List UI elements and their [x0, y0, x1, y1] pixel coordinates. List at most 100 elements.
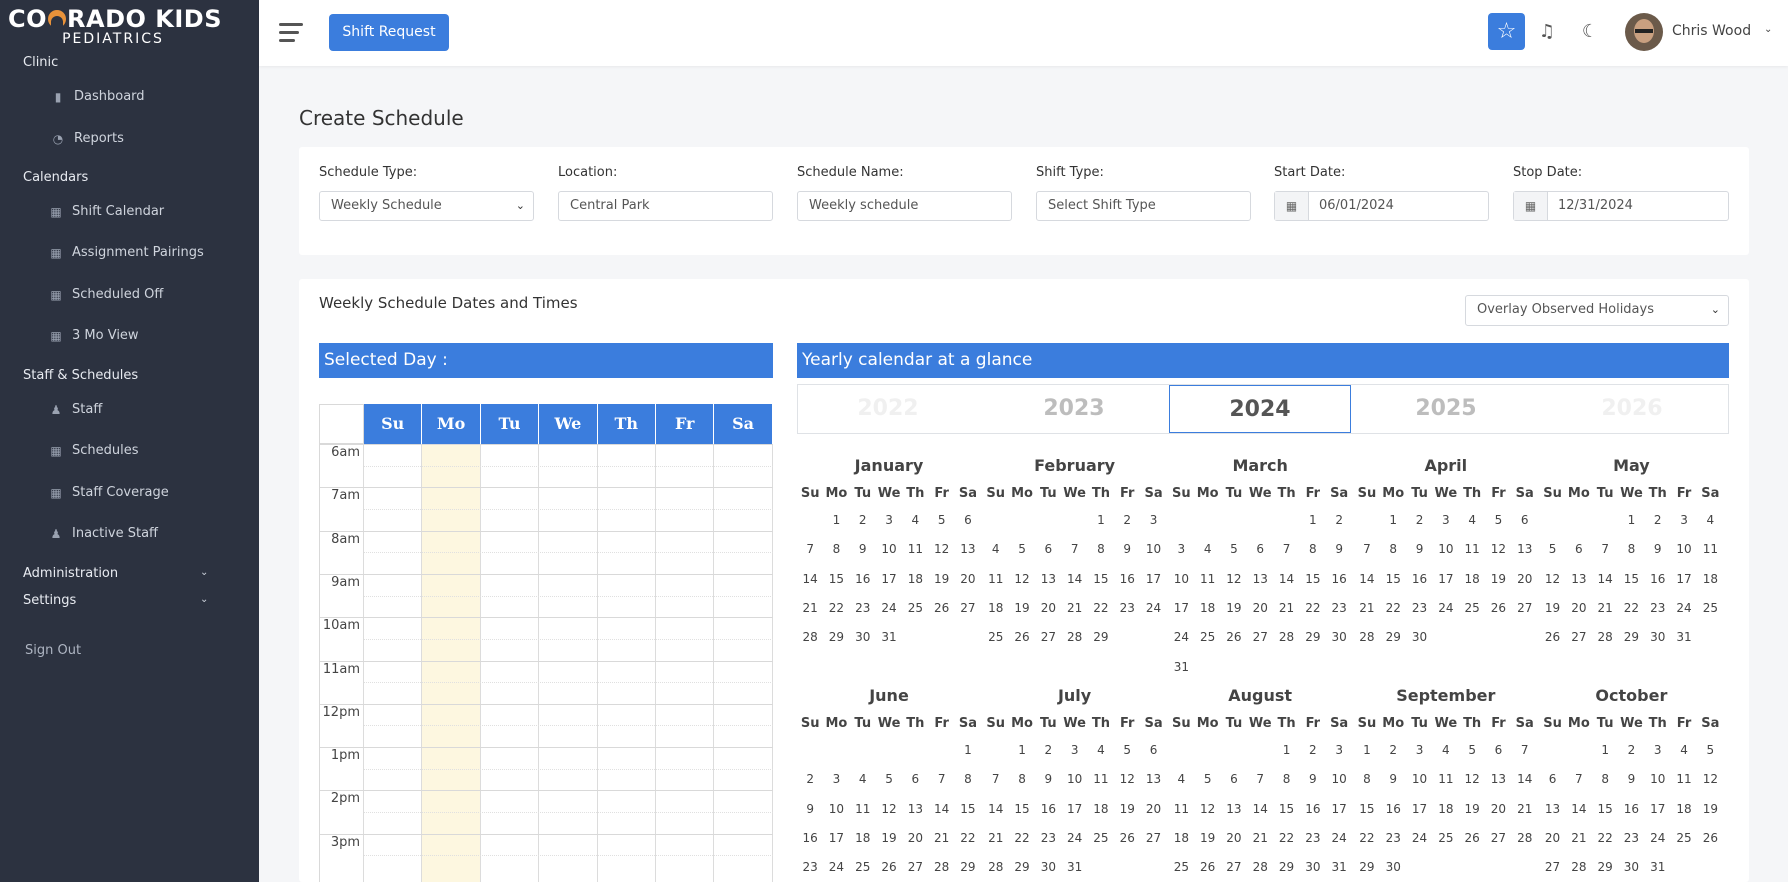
calendar-day[interactable]: 8 — [1009, 772, 1035, 786]
day-header-th[interactable]: Th — [597, 404, 656, 444]
calendar-day[interactable]: 12 — [1697, 772, 1723, 786]
calendar-day[interactable]: 2 — [850, 513, 876, 527]
calendar-day[interactable]: 5 — [1114, 743, 1140, 757]
calendar-day[interactable]: 8 — [1354, 772, 1380, 786]
calendar-day[interactable]: 21 — [1273, 601, 1299, 615]
calendar-day[interactable]: 8 — [1380, 542, 1406, 556]
calendar-day[interactable]: 6 — [1485, 743, 1511, 757]
calendar-day[interactable]: 14 — [1061, 572, 1087, 586]
calendar-day[interactable]: 6 — [1566, 542, 1592, 556]
calendar-day[interactable]: 12 — [1114, 772, 1140, 786]
calendar-day[interactable]: 25 — [850, 860, 876, 874]
calendar-day[interactable]: 26 — [1194, 860, 1220, 874]
calendar-day[interactable]: 23 — [1114, 601, 1140, 615]
calendar-day[interactable]: 31 — [1645, 860, 1671, 874]
calendar-day[interactable]: 29 — [1088, 630, 1114, 644]
calendar-day[interactable]: 29 — [1354, 860, 1380, 874]
calendar-day[interactable]: 8 — [1300, 542, 1326, 556]
calendar-day[interactable]: 24 — [823, 860, 849, 874]
calendar-day[interactable]: 29 — [955, 860, 981, 874]
calendar-day[interactable]: 16 — [1326, 572, 1352, 586]
calendar-day[interactable]: 24 — [1406, 831, 1432, 845]
calendar-day[interactable]: 7 — [797, 542, 823, 556]
hamburger-menu-icon[interactable] — [279, 23, 303, 43]
calendar-day[interactable]: 7 — [1247, 772, 1273, 786]
calendar-day[interactable]: 26 — [1539, 630, 1565, 644]
calendar-day[interactable]: 30 — [1380, 860, 1406, 874]
chevron-down-icon[interactable]: ⌄ — [200, 567, 208, 578]
calendar-day[interactable]: 1 — [1592, 743, 1618, 757]
bell-slash-icon[interactable]: ♫ — [1536, 21, 1558, 43]
calendar-day[interactable]: 4 — [1088, 743, 1114, 757]
calendar-day[interactable]: 21 — [1592, 601, 1618, 615]
calendar-day[interactable]: 17 — [876, 572, 902, 586]
calendar-day[interactable]: 1 — [1618, 513, 1644, 527]
calendar-day[interactable]: 9 — [1300, 772, 1326, 786]
calendar-day[interactable]: 4 — [902, 513, 928, 527]
calendar-day[interactable]: 17 — [1433, 572, 1459, 586]
clinic-logo[interactable]: CO RADO KIDS PEDIATRICS — [8, 6, 244, 46]
schedule-name-field[interactable]: Weekly schedule — [797, 191, 1012, 221]
calendar-day[interactable]: 14 — [1247, 802, 1273, 816]
calendar-day[interactable]: 20 — [1566, 601, 1592, 615]
calendar-day[interactable]: 23 — [1300, 831, 1326, 845]
calendar-day[interactable]: 21 — [1566, 831, 1592, 845]
calendar-day[interactable]: 1 — [1354, 743, 1380, 757]
calendar-day[interactable]: 8 — [955, 772, 981, 786]
sidebar-item-reports[interactable]: ◔ Reports — [52, 131, 124, 146]
stop-date-field[interactable]: ▦ 12/31/2024 — [1513, 191, 1729, 221]
calendar-day[interactable]: 13 — [1140, 772, 1166, 786]
calendar-day[interactable]: 20 — [955, 572, 981, 586]
calendar-day[interactable]: 21 — [983, 831, 1009, 845]
calendar-day[interactable]: 31 — [1168, 660, 1194, 674]
calendar-day[interactable]: 12 — [1194, 802, 1220, 816]
calendar-day[interactable]: 18 — [1088, 802, 1114, 816]
calendar-day[interactable]: 2 — [1114, 513, 1140, 527]
calendar-day[interactable]: 14 — [983, 802, 1009, 816]
calendar-day[interactable]: 11 — [1697, 542, 1723, 556]
calendar-day[interactable]: 10 — [1061, 772, 1087, 786]
calendar-day[interactable]: 19 — [1221, 601, 1247, 615]
sidebar-item-assignment-pairings[interactable]: ▦ Assignment Pairings — [50, 245, 203, 260]
calendar-day[interactable]: 2 — [1380, 743, 1406, 757]
day-header-mo[interactable]: Mo — [422, 404, 481, 444]
start-date-field[interactable]: ▦ 06/01/2024 — [1274, 191, 1489, 221]
calendar-day[interactable]: 30 — [1618, 860, 1644, 874]
calendar-day[interactable]: 5 — [929, 513, 955, 527]
calendar-day[interactable]: 5 — [1539, 542, 1565, 556]
calendar-day[interactable]: 3 — [1406, 743, 1432, 757]
calendar-day[interactable]: 1 — [1273, 743, 1299, 757]
calendar-day[interactable]: 9 — [1035, 772, 1061, 786]
star-icon[interactable]: ☆ — [1488, 13, 1525, 50]
calendar-day[interactable]: 29 — [1592, 860, 1618, 874]
calendar-day[interactable]: 4 — [983, 542, 1009, 556]
calendar-day[interactable]: 21 — [929, 831, 955, 845]
calendar-day[interactable]: 16 — [850, 572, 876, 586]
calendar-day[interactable]: 24 — [1433, 601, 1459, 615]
calendar-day[interactable]: 12 — [1485, 542, 1511, 556]
calendar-day[interactable]: 5 — [876, 772, 902, 786]
calendar-day[interactable]: 5 — [1221, 542, 1247, 556]
calendar-day[interactable]: 29 — [1618, 630, 1644, 644]
calendar-day[interactable]: 2 — [797, 772, 823, 786]
calendar-day[interactable]: 27 — [1221, 860, 1247, 874]
calendar-day[interactable]: 25 — [983, 630, 1009, 644]
calendar-day[interactable]: 23 — [1406, 601, 1432, 615]
calendar-day[interactable]: 12 — [876, 802, 902, 816]
calendar-day[interactable]: 6 — [955, 513, 981, 527]
calendar-day[interactable]: 27 — [902, 860, 928, 874]
calendar-day[interactable]: 15 — [823, 572, 849, 586]
calendar-day[interactable]: 4 — [1459, 513, 1485, 527]
calendar-day[interactable]: 9 — [1380, 772, 1406, 786]
user-name[interactable]: Chris Wood — [1672, 23, 1751, 39]
calendar-day[interactable]: 19 — [1194, 831, 1220, 845]
calendar-day[interactable]: 4 — [1671, 743, 1697, 757]
calendar-day[interactable]: 3 — [1326, 743, 1352, 757]
calendar-day[interactable]: 4 — [1697, 513, 1723, 527]
calendar-day[interactable]: 1 — [823, 513, 849, 527]
calendar-day[interactable]: 20 — [1247, 601, 1273, 615]
calendar-day[interactable]: 7 — [983, 772, 1009, 786]
calendar-day[interactable]: 28 — [983, 860, 1009, 874]
shift-request-button[interactable]: Shift Request — [329, 14, 449, 51]
calendar-day[interactable]: 26 — [1009, 630, 1035, 644]
